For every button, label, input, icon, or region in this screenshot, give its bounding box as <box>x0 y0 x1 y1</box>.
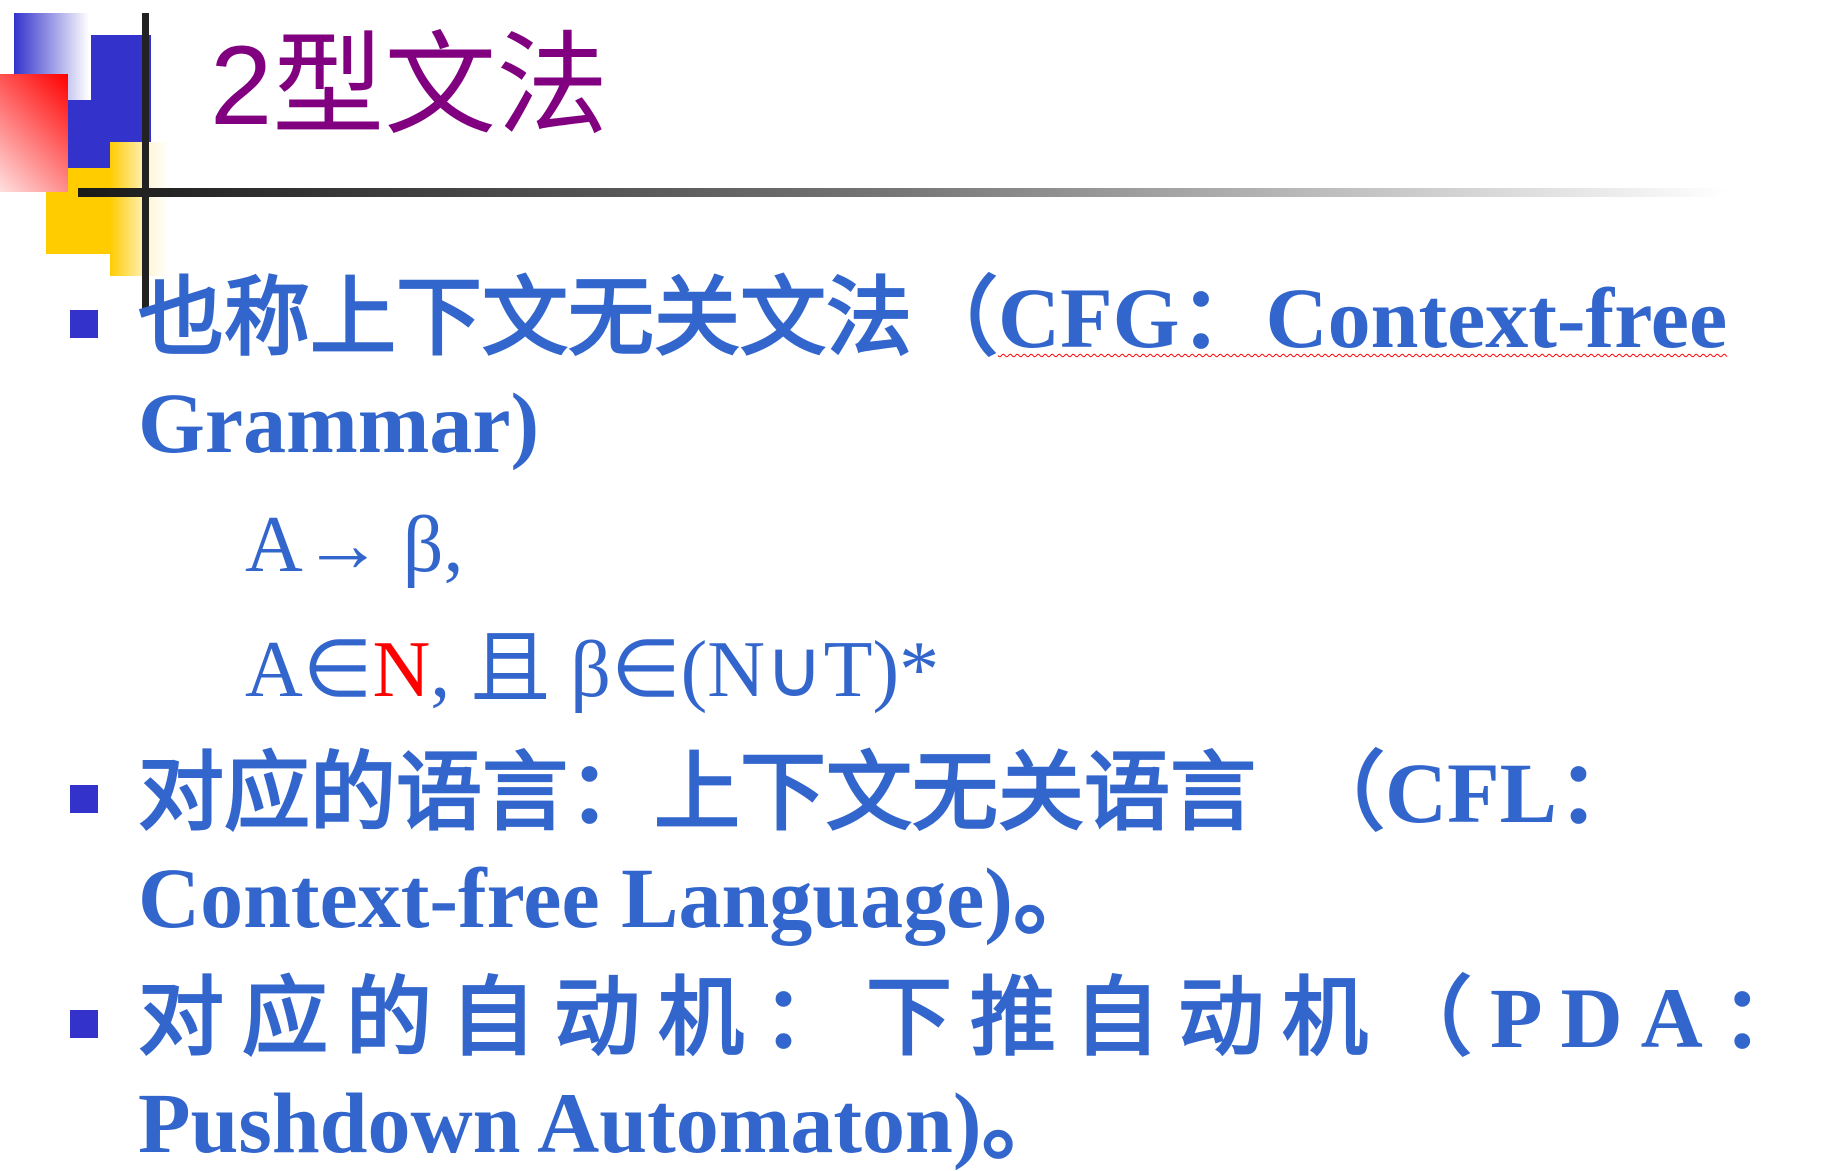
slide-title: 2型文法 <box>210 23 609 148</box>
bullet-icon <box>70 1010 98 1038</box>
bullet-icon <box>70 310 98 338</box>
decor-yellow-gradient <box>110 142 170 276</box>
bullet-1-line-2: Grammar) <box>138 375 540 471</box>
title-underline <box>78 188 1728 197</box>
bullet-2-line-2: Context-free Language)。 <box>138 850 1099 946</box>
formula-n: N <box>372 626 431 714</box>
bullet-1-en: CFG：Context-free <box>998 270 1728 366</box>
formula-production: A→ β, <box>245 501 464 589</box>
bullet-2-line-1: 对应的语言：上下文无关语言 （CFL： <box>138 745 1643 841</box>
formula-condition: A∈N, 且 β∈(N∪T)* <box>245 630 939 710</box>
bullet-icon <box>70 785 98 813</box>
formula-rest: , 且 β∈(N∪T)* <box>430 626 940 714</box>
decor-red-gradient <box>0 74 68 192</box>
decor-vertical-line <box>142 13 149 309</box>
bullet-3-line-2: Pushdown Automaton)。 <box>138 1075 1068 1171</box>
bullet-1-zh: 也称上下文无关文法（ <box>138 270 998 366</box>
bullet-1-line-1: 也称上下文无关文法（CFG：Context-free <box>138 275 1727 361</box>
bullet-3-line-1: 对应的自动机：下推自动机（PDA： <box>138 970 1822 1066</box>
formula-a: A∈ <box>245 626 373 714</box>
